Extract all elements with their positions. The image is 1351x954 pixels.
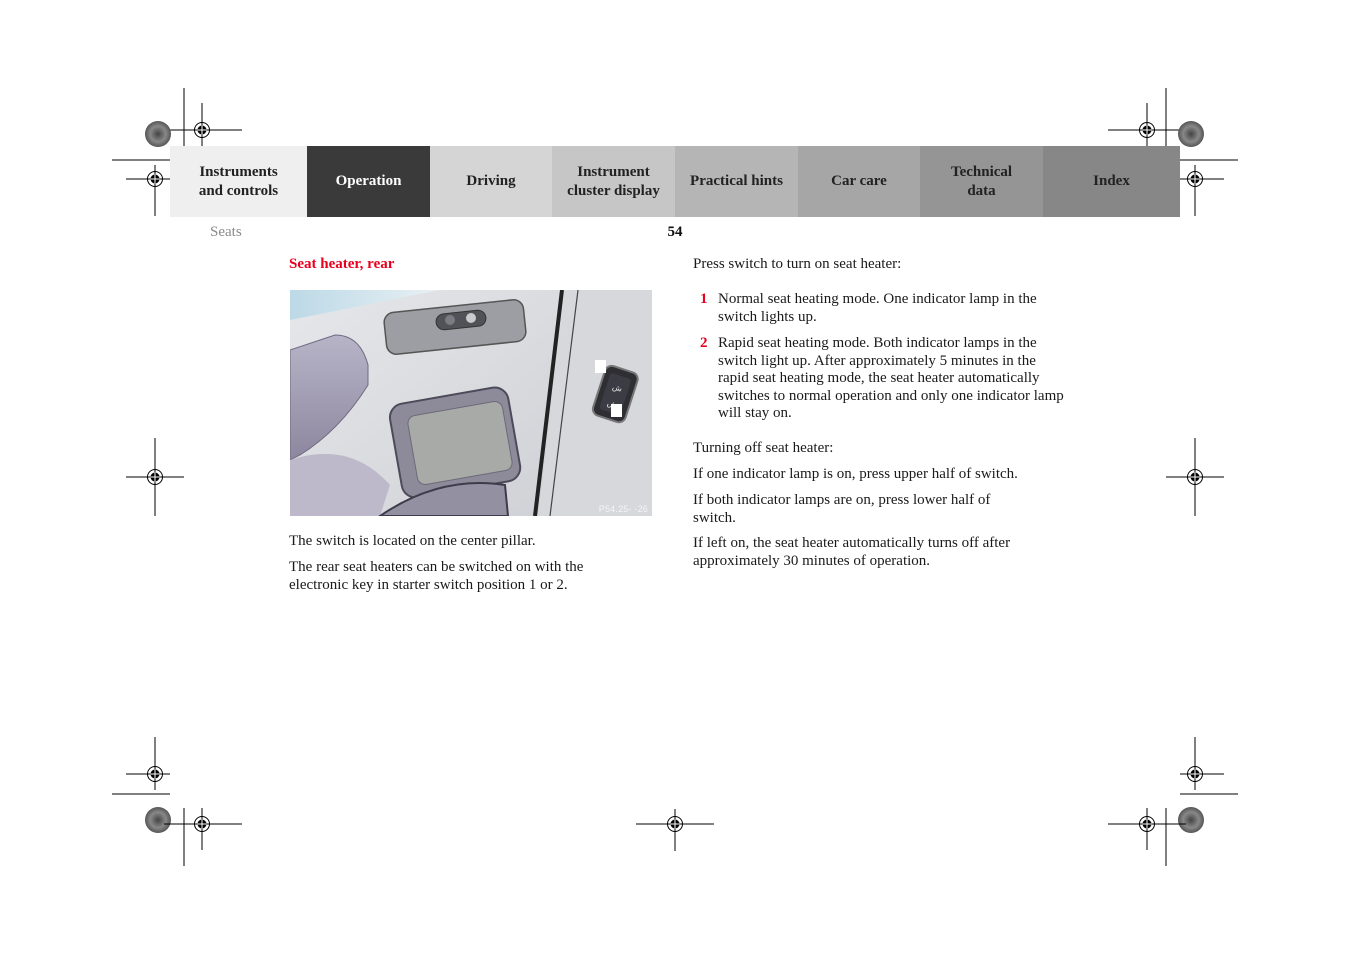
tab-instruments-and-controls[interactable]: Instruments and controls xyxy=(170,146,307,217)
tab-technical-data[interactable]: Technical data xyxy=(920,146,1043,217)
seat-heater-illustration: ش ش P54.25- -26 xyxy=(290,290,652,516)
tab-practical-hints[interactable]: Practical hints xyxy=(675,146,798,217)
paragraph-switch-location: The switch is located on the center pill… xyxy=(289,533,536,549)
callout-2-marker xyxy=(611,404,622,417)
list-number: 1 xyxy=(700,291,708,307)
tab-driving[interactable]: Driving xyxy=(430,146,552,217)
list-number: 2 xyxy=(700,335,708,351)
turn-off-both-lamps: If both indicator lamps are on, press lo… xyxy=(693,492,991,526)
tab-index[interactable]: Index xyxy=(1043,146,1180,217)
illustration-code: P54.25- -26 xyxy=(598,504,648,514)
list-text: Rapid seat heating mode. Both indicator … xyxy=(718,335,1064,421)
color-rosette-icon xyxy=(145,121,171,147)
turn-off-heading: Turning off seat heater: xyxy=(693,440,834,456)
print-registration-marks xyxy=(112,88,1238,866)
door-panel-drawing: ش ش xyxy=(290,290,652,516)
tab-operation[interactable]: Operation xyxy=(307,146,430,217)
tab-instrument-cluster-display[interactable]: Instrument cluster display xyxy=(552,146,675,217)
turn-off-one-lamp: If one indicator lamp is on, press upper… xyxy=(693,466,1018,482)
callout-1-marker xyxy=(595,360,606,373)
page-number: 54 xyxy=(667,224,683,240)
auto-off-note: If left on, the seat heater automaticall… xyxy=(693,535,1011,569)
paragraph-key-position: The rear seat heaters can be switched on… xyxy=(289,559,584,593)
section-title: Seat heater, rear xyxy=(289,256,395,272)
intro-text: Press switch to turn on seat heater: xyxy=(693,256,902,272)
list-text: Normal seat heating mode. One indicator … xyxy=(718,291,1037,325)
section-label: Seats xyxy=(210,224,242,240)
chapter-tabs: Instruments and controls Operation Drivin… xyxy=(170,146,1180,217)
tab-car-care[interactable]: Car care xyxy=(798,146,920,217)
